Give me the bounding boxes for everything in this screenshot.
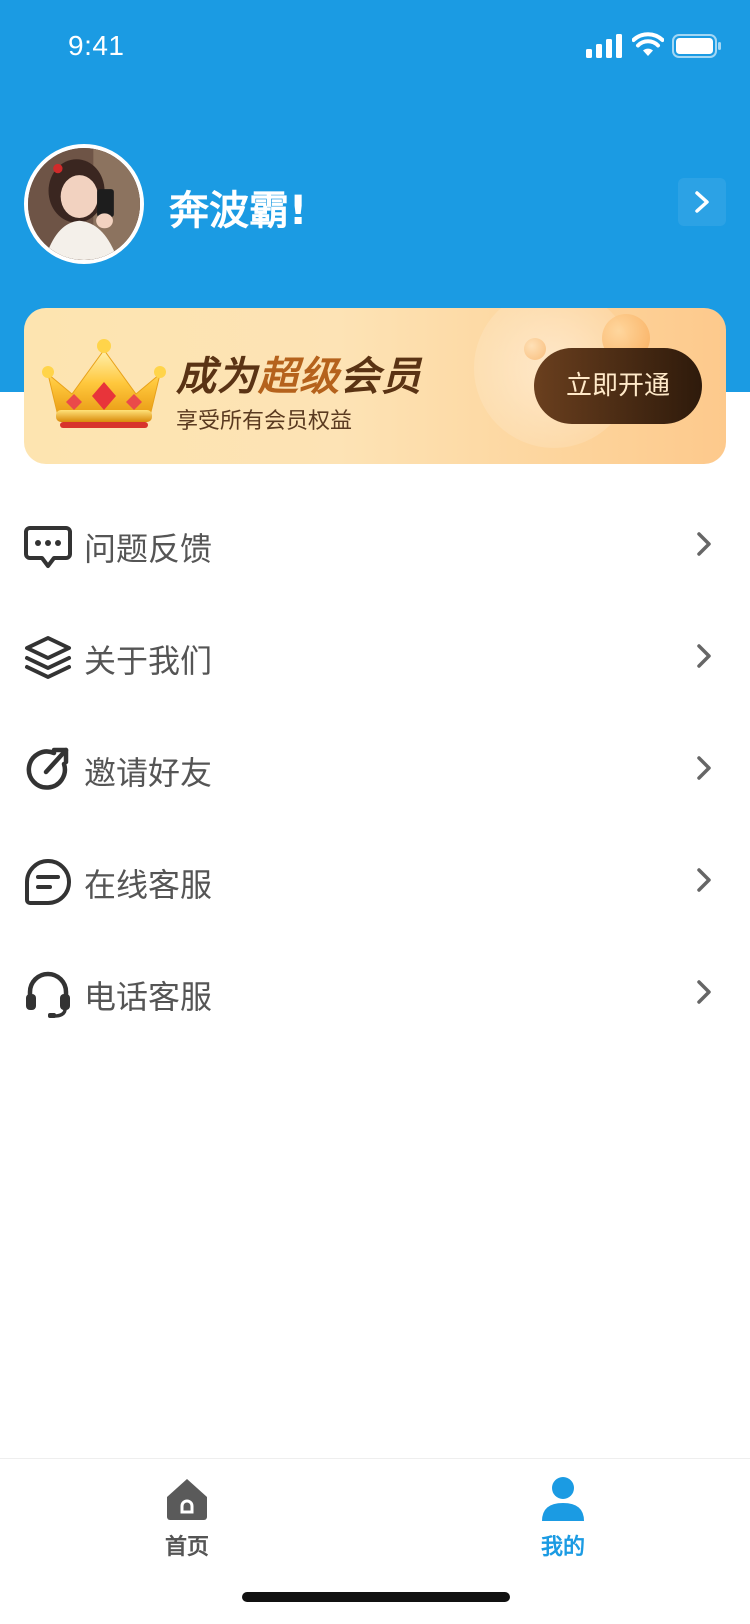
vip-subtitle: 享受所有会员权益 [176,409,353,434]
feedback-icon [24,526,72,568]
profile-header[interactable]: 奔波霸! [24,144,726,264]
tab-label: 首页 [164,1535,209,1560]
home-icon [167,1479,207,1520]
menu-item-online-service[interactable]: 在线客服 [0,824,750,936]
menu-item-label: 问题反馈 [84,530,213,568]
vip-banner[interactable]: 成为超级会员 享受所有会员权益 立即开通 [24,308,726,464]
username: 奔波霸! [169,188,308,234]
menu-item-label: 邀请好友 [84,754,213,792]
activate-vip-button[interactable]: 立即开通 [534,348,702,424]
menu-item-label: 在线客服 [84,866,213,904]
vip-title-accent: 超级 [258,354,340,400]
signal-icon [586,34,622,58]
tab-me[interactable]: 我的 [493,1469,633,1569]
chevron-right-icon [697,532,711,556]
status-time: 9:41 [68,30,125,61]
vip-title-part: 会员 [340,354,422,400]
profile-screen: 9:41 奔波霸! 成为超级会员 享受所有会员权益 立即开通 问题反馈 关于我们… [0,0,750,1624]
share-icon [26,747,69,790]
chevron-right-icon [697,868,711,892]
tab-label: 我的 [540,1535,585,1560]
menu-item-phone-service[interactable]: 电话客服 [0,936,750,1048]
profile-detail-button[interactable] [678,178,726,226]
avatar-photo [28,148,140,260]
menu-item-about[interactable]: 关于我们 [0,600,750,712]
user-icon [542,1477,584,1521]
crown-icon [42,339,166,428]
chat-icon [25,859,71,905]
battery-icon [672,34,721,58]
settings-menu: 问题反馈 关于我们 邀请好友 在线客服 电话客服 [0,488,750,1048]
status-bar: 9:41 [0,0,750,96]
vip-title-part: 成为 [176,354,258,400]
chevron-right-icon [695,191,709,213]
tab-home[interactable]: 首页 [117,1469,257,1569]
menu-item-label: 电话客服 [84,978,213,1016]
chevron-right-icon [697,980,711,1004]
avatar[interactable] [24,144,144,264]
menu-item-invite[interactable]: 邀请好友 [0,712,750,824]
chevron-right-icon [697,644,711,668]
layers-icon [25,636,71,679]
vip-title: 成为超级会员 [176,344,422,402]
vip-decoration-ball [524,338,546,360]
wifi-icon [632,32,664,56]
chevron-right-icon [697,756,711,780]
home-indicator [242,1592,510,1602]
menu-item-label: 关于我们 [84,642,213,680]
headset-icon [26,971,70,1018]
menu-item-feedback[interactable]: 问题反馈 [0,488,750,600]
